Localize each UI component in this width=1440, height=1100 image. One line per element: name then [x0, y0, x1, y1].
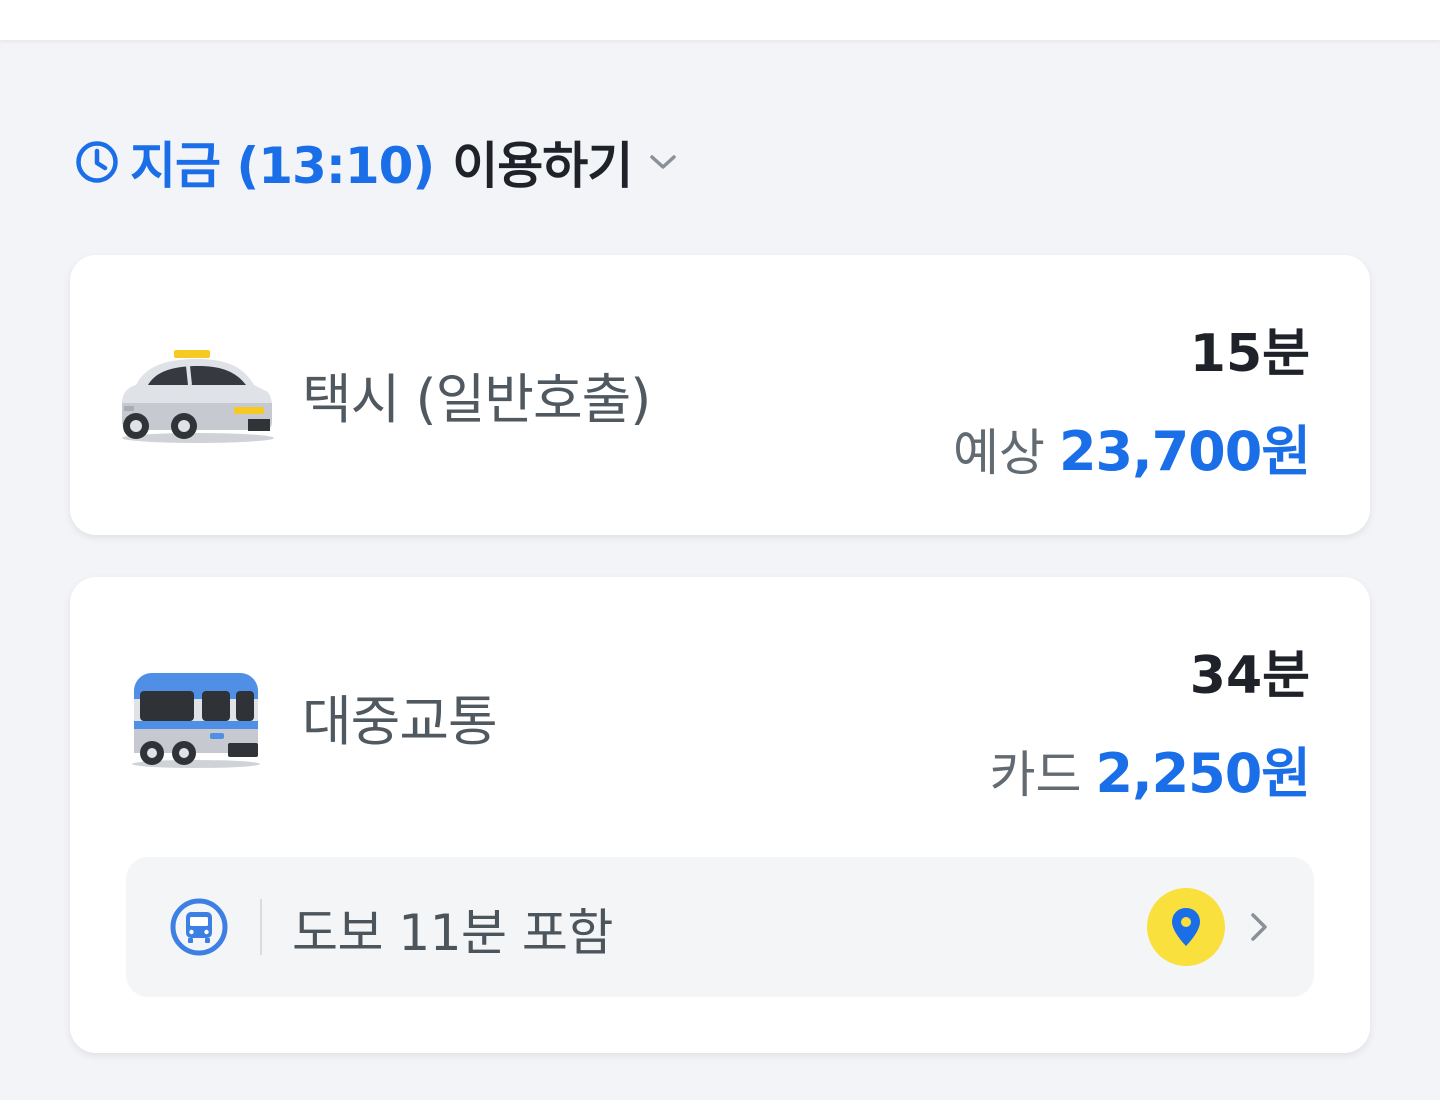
taxi-price: 예상 23,700원	[952, 407, 1311, 486]
top-bar	[0, 0, 1440, 40]
clock-icon	[72, 137, 122, 187]
route-divider	[260, 899, 262, 955]
bus-icon	[130, 669, 262, 769]
taxi-price-prefix: 예상	[952, 424, 1045, 482]
location-pin-icon[interactable]	[1147, 888, 1225, 966]
transit-price: 카드 2,250원	[990, 729, 1311, 808]
bus-circle-icon	[170, 898, 228, 956]
chevron-right-icon[interactable]	[1242, 909, 1276, 945]
taxi-icon	[118, 347, 278, 447]
taxi-price-value: 23,700원	[1058, 420, 1311, 483]
transit-route-summary[interactable]: 도보 11분 포함	[126, 857, 1314, 997]
departure-time-label: 지금 (13:10)	[130, 137, 435, 195]
transit-price-prefix: 카드	[989, 746, 1082, 804]
taxi-mode-name: 택시 (일반호출)	[302, 368, 651, 431]
walk-summary-text: 도보 11분 포함	[292, 904, 613, 962]
chevron-down-icon[interactable]	[646, 145, 680, 179]
taxi-option-card[interactable]: 택시 (일반호출) 15분 예상 23,700원	[70, 255, 1370, 535]
departure-time-selector[interactable]: 지금 (13:10) 이용하기	[72, 130, 680, 195]
transit-mode-name: 대중교통	[302, 690, 498, 753]
taxi-duration: 15분	[1189, 324, 1310, 384]
transit-option-card[interactable]: 대중교통 34분 카드 2,250원 도보 11분 포함	[70, 577, 1370, 1053]
use-label: 이용하기	[452, 137, 633, 195]
transit-duration: 34분	[1189, 646, 1310, 706]
transit-price-value: 2,250원	[1095, 742, 1311, 805]
